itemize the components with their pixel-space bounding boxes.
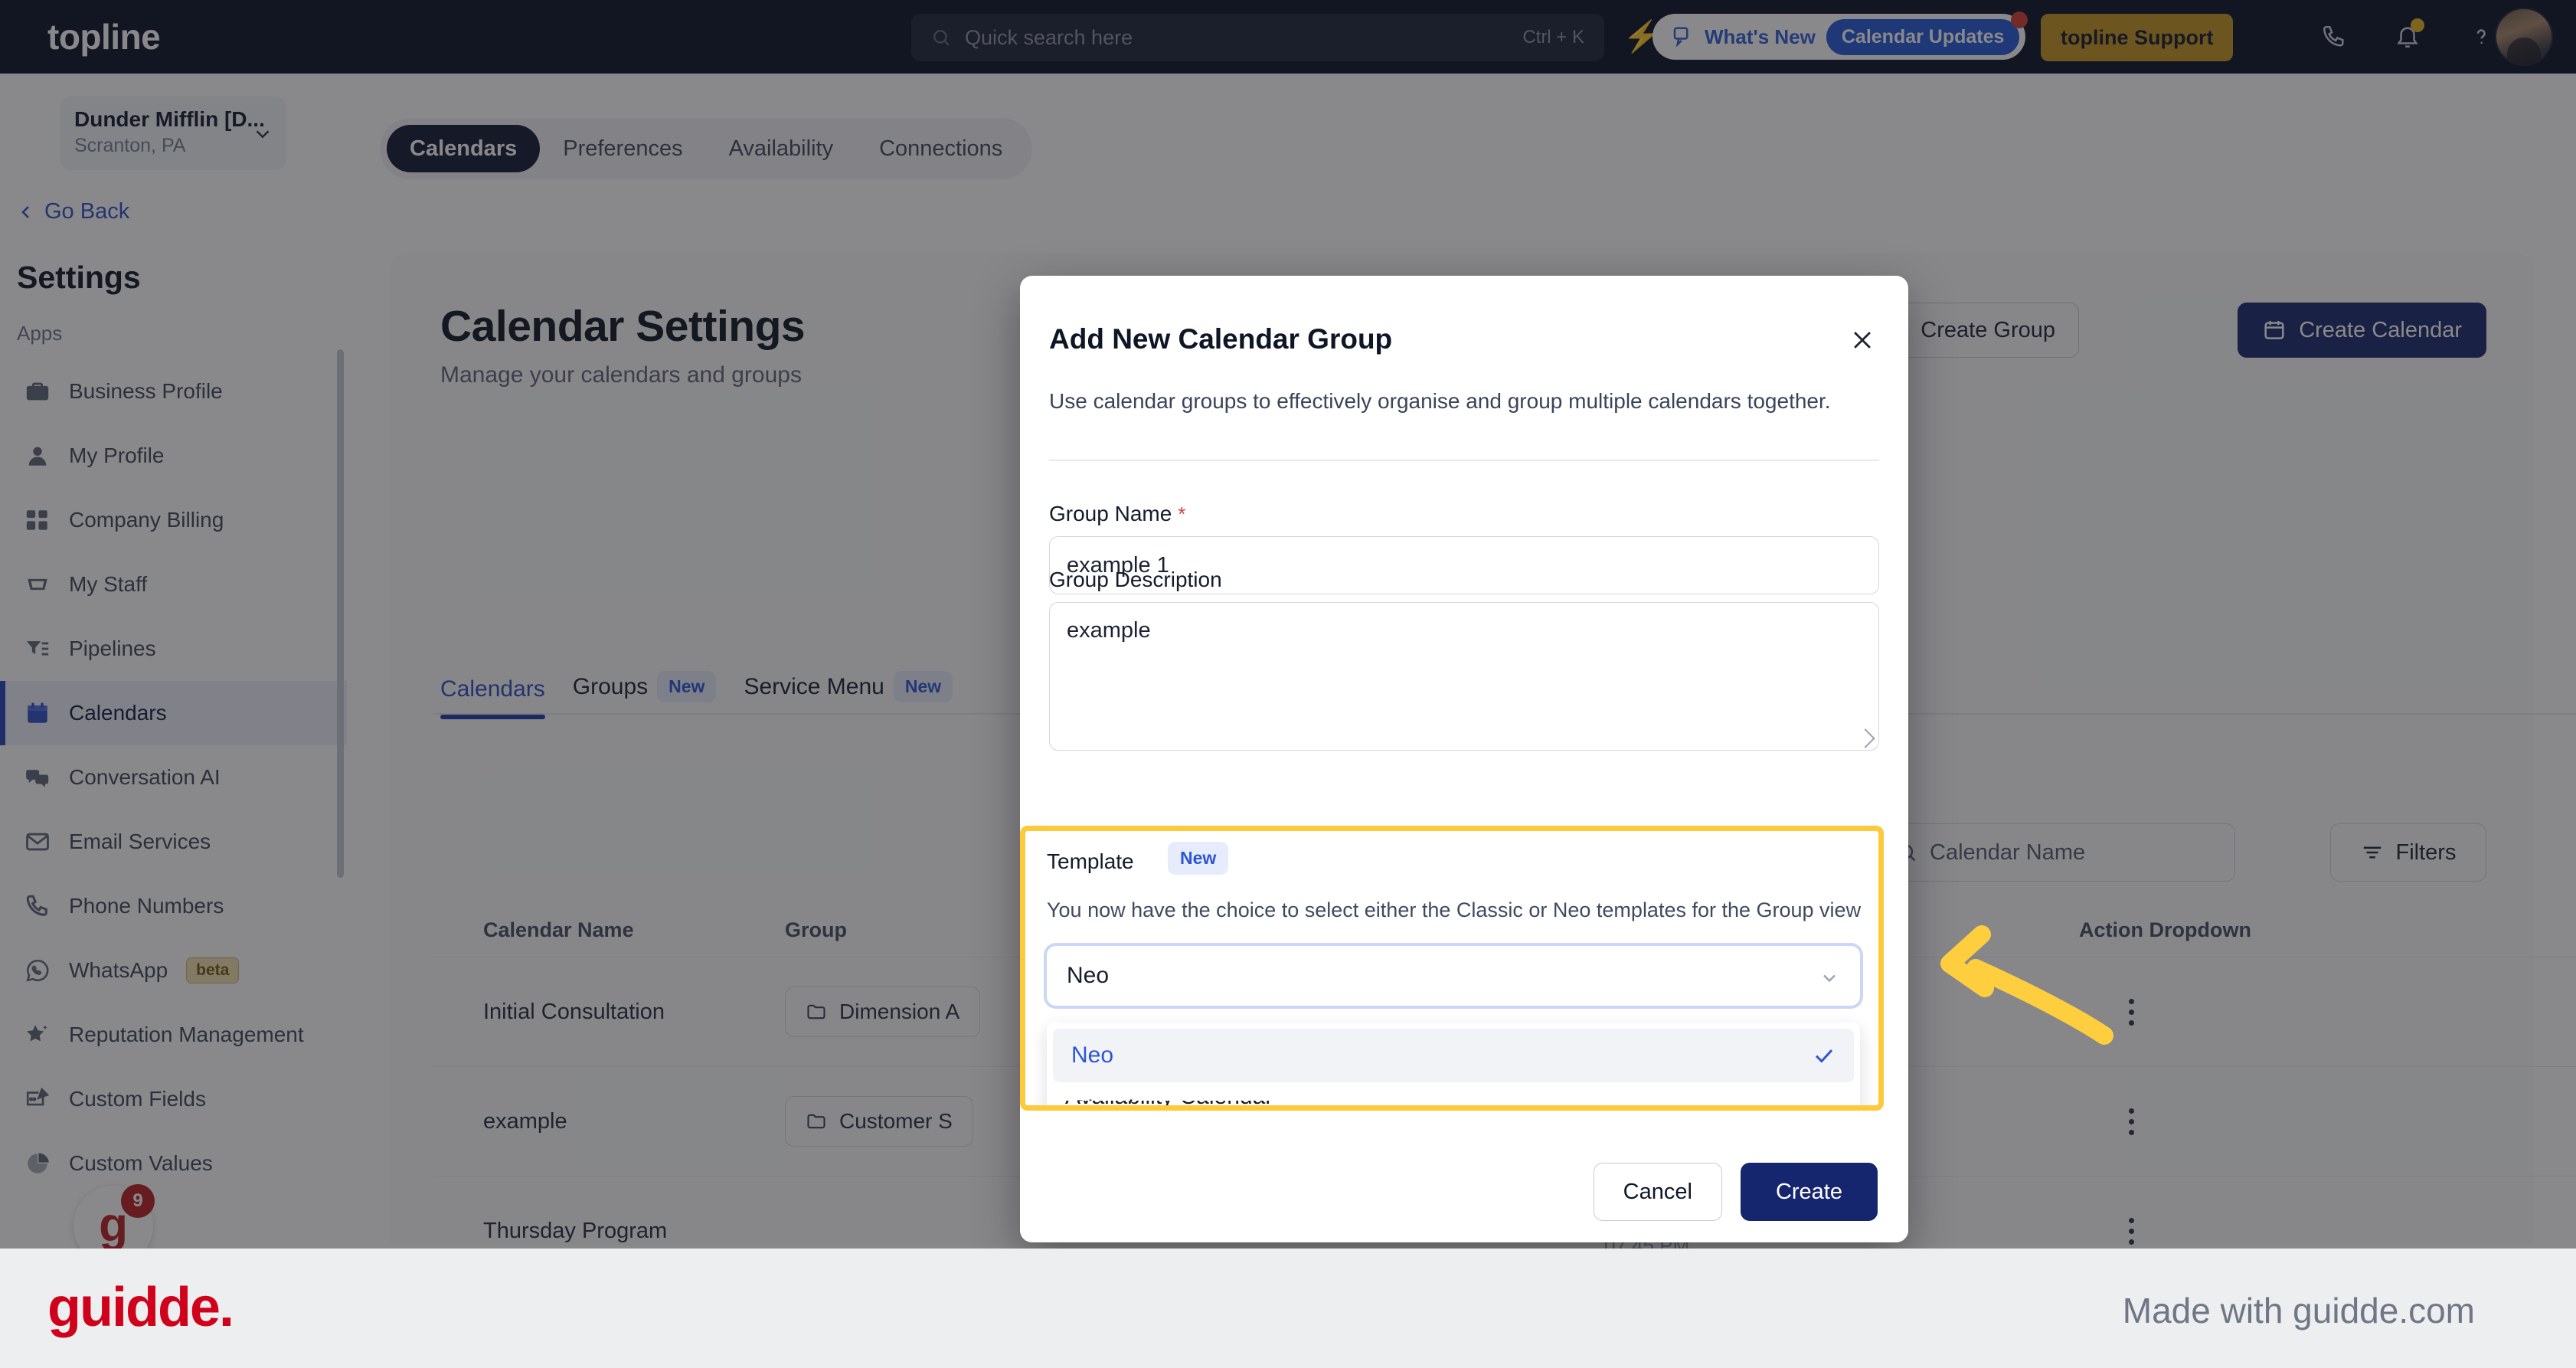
template-option-classic[interactable]: Classic — [1053, 1082, 1854, 1105]
modal-title: Add New Calendar Group — [1049, 323, 1393, 355]
group-name-label-text: Group Name — [1049, 502, 1172, 525]
guidde-footer: guidde. Made with guidde.com — [0, 1249, 2576, 1368]
template-description: You now have the choice to select either… — [1047, 898, 1862, 921]
check-icon — [1815, 1049, 1833, 1063]
group-name-label: Group Name * — [1049, 502, 1185, 526]
close-icon[interactable] — [1845, 323, 1879, 357]
template-dropdown-clipped-row[interactable]: Availability Calendar — [1047, 1101, 1860, 1105]
made-with-label: Made with guidde.com — [2122, 1291, 2475, 1330]
create-button[interactable]: Create — [1740, 1163, 1878, 1221]
template-option-label: Neo — [1071, 1042, 1114, 1068]
template-section-highlight: Template New You now have the choice to … — [1020, 826, 1884, 1111]
cancel-button[interactable]: Cancel — [1593, 1163, 1722, 1221]
group-description-label-text: Group Description — [1049, 568, 1222, 591]
template-selected-value: Neo — [1067, 963, 1110, 988]
modal-footer: Cancel Create — [1020, 1141, 1908, 1242]
app-root: topline Quick search here Ctrl + K ⚡ Wha… — [0, 0, 2576, 1368]
required-asterisk: * — [1178, 502, 1186, 525]
template-new-badge: New — [1168, 842, 1229, 875]
template-dropdown-menu: Neo Classic — [1047, 1023, 1860, 1105]
modal-description: Use calendar groups to effectively organ… — [1049, 389, 1831, 413]
group-description-label: Group Description — [1049, 568, 1222, 592]
group-description-textarea[interactable]: example — [1049, 602, 1879, 751]
template-label: Template — [1047, 849, 1134, 873]
modal-divider — [1049, 460, 1879, 461]
annotation-arrow — [1940, 925, 2113, 1045]
guidde-logo: guidde. — [47, 1277, 234, 1338]
template-clipped-label: Availability Calendar — [1065, 1101, 1273, 1105]
template-option-neo[interactable]: Neo — [1053, 1029, 1854, 1082]
resize-grip-icon[interactable] — [1855, 728, 1875, 748]
chevron-down-icon — [1823, 974, 1836, 983]
template-select[interactable]: Neo — [1047, 946, 1860, 1006]
group-description-value: example — [1067, 618, 1151, 643]
